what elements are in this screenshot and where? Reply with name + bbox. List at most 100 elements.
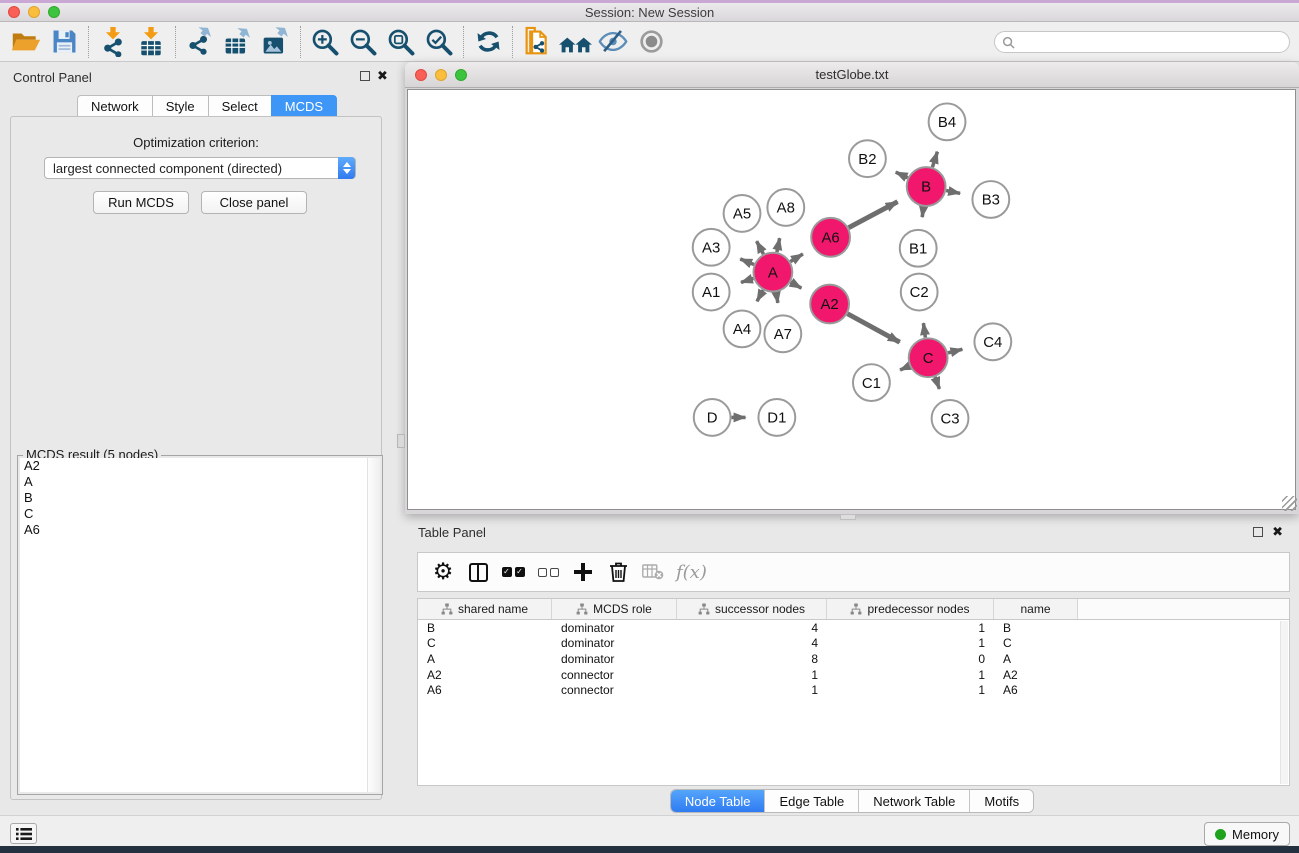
tab-edge-table[interactable]: Edge Table — [765, 790, 859, 812]
column-header-mcds-role[interactable]: MCDS role — [552, 599, 677, 619]
table-row[interactable]: A6connector11A6 — [418, 682, 1289, 698]
network-edge-A-A1[interactable] — [741, 278, 753, 282]
cell-predecessor-nodes[interactable]: 1 — [827, 636, 994, 650]
open-session-icon[interactable] — [7, 24, 45, 60]
column-header-predecessor-nodes[interactable]: predecessor nodes — [827, 599, 994, 619]
task-history-button[interactable] — [10, 823, 37, 844]
network-edge-B-B2[interactable] — [896, 172, 908, 178]
cell-successor-nodes[interactable]: 1 — [677, 683, 827, 697]
network-edge-C-C3[interactable] — [935, 377, 939, 389]
vertical-splitter-handle[interactable] — [397, 434, 405, 448]
mcds-result-item[interactable]: B — [20, 490, 380, 506]
network-edge-A-A8[interactable] — [777, 238, 780, 252]
show-columns-icon[interactable] — [466, 559, 490, 585]
minimize-window-button[interactable] — [28, 6, 40, 18]
clone-network-icon[interactable] — [518, 24, 556, 60]
add-row-icon[interactable] — [571, 559, 595, 585]
cell-mcds-role[interactable]: connector — [552, 683, 677, 697]
table-row[interactable]: Cdominator41C — [418, 636, 1289, 652]
import-table-icon[interactable] — [132, 24, 170, 60]
close-panel-icon[interactable]: ✖ — [377, 68, 388, 83]
refresh-icon[interactable] — [469, 24, 507, 60]
network-edge-B-B1[interactable] — [922, 207, 923, 217]
tab-network[interactable]: Network — [77, 95, 152, 117]
mcds-result-item[interactable]: C — [20, 506, 380, 522]
network-edge-A-A6[interactable] — [790, 254, 803, 262]
zoom-window-button[interactable] — [48, 6, 60, 18]
network-edge-C-C1[interactable] — [900, 366, 909, 370]
cell-successor-nodes[interactable]: 8 — [677, 652, 827, 666]
hide-selected-icon[interactable] — [594, 24, 632, 60]
cell-successor-nodes[interactable]: 4 — [677, 621, 827, 635]
column-header-shared-name[interactable]: shared name — [418, 599, 552, 619]
run-mcds-button[interactable]: Run MCDS — [93, 191, 189, 214]
criterion-select[interactable]: largest connected component (directed) — [44, 157, 356, 179]
zoom-selected-icon[interactable] — [420, 24, 458, 60]
zoom-in-icon[interactable] — [306, 24, 344, 60]
network-edge-A-A2[interactable] — [791, 282, 802, 288]
cell-name[interactable]: A6 — [994, 683, 1078, 697]
network-window-titlebar[interactable]: testGlobe.txt — [405, 62, 1299, 88]
zoom-out-icon[interactable] — [344, 24, 382, 60]
tab-select[interactable]: Select — [208, 95, 271, 117]
cell-mcds-role[interactable]: dominator — [552, 636, 677, 650]
table-row[interactable]: A2connector11A2 — [418, 667, 1289, 683]
table-row[interactable]: Bdominator41B — [418, 620, 1289, 636]
search-input[interactable] — [1015, 33, 1289, 51]
export-network-icon[interactable] — [181, 24, 219, 60]
cell-predecessor-nodes[interactable]: 1 — [827, 668, 994, 682]
float-panel-icon[interactable] — [360, 71, 370, 81]
table-options-icon[interactable]: ⚙ — [431, 559, 455, 585]
cell-name[interactable]: A2 — [994, 668, 1078, 682]
mcds-result-item[interactable]: A2 — [20, 458, 380, 474]
cell-mcds-role[interactable]: connector — [552, 668, 677, 682]
cell-shared-name[interactable]: A — [418, 652, 552, 666]
close-panel-button[interactable]: Close panel — [201, 191, 307, 214]
home-icon[interactable] — [556, 24, 594, 60]
close-table-panel-icon[interactable]: ✖ — [1272, 524, 1283, 539]
cell-predecessor-nodes[interactable]: 0 — [827, 652, 994, 666]
tab-style[interactable]: Style — [152, 95, 208, 117]
tab-node-table[interactable]: Node Table — [671, 790, 766, 812]
cell-predecessor-nodes[interactable]: 1 — [827, 683, 994, 697]
cell-name[interactable]: A — [994, 652, 1078, 666]
cell-successor-nodes[interactable]: 4 — [677, 636, 827, 650]
cell-shared-name[interactable]: A2 — [418, 668, 552, 682]
select-all-icon[interactable]: ✓✓ — [501, 559, 525, 585]
delete-row-icon[interactable] — [606, 559, 630, 585]
cell-successor-nodes[interactable]: 1 — [677, 668, 827, 682]
export-table-icon[interactable] — [219, 24, 257, 60]
network-edge-A2-C[interactable] — [848, 314, 900, 342]
network-edge-A6-B[interactable] — [849, 202, 898, 228]
minimize-network-window-button[interactable] — [435, 69, 447, 81]
network-edge-B-B3[interactable] — [946, 191, 960, 194]
save-session-icon[interactable] — [45, 24, 83, 60]
window-resize-grip[interactable] — [1282, 496, 1297, 511]
show-all-icon[interactable] — [632, 24, 670, 60]
cell-predecessor-nodes[interactable]: 1 — [827, 621, 994, 635]
cell-shared-name[interactable]: C — [418, 636, 552, 650]
network-edge-B-B4[interactable] — [932, 152, 937, 167]
float-table-panel-icon[interactable] — [1253, 527, 1263, 537]
memory-button[interactable]: Memory — [1204, 822, 1290, 846]
cell-mcds-role[interactable]: dominator — [552, 652, 677, 666]
column-header-name[interactable]: name — [994, 599, 1078, 619]
table-scrollbar[interactable] — [1280, 621, 1288, 784]
network-edge-A-A7[interactable] — [776, 292, 778, 303]
column-header-successor-nodes[interactable]: successor nodes — [677, 599, 827, 619]
zoom-network-window-button[interactable] — [455, 69, 467, 81]
list-scrollbar[interactable] — [367, 458, 380, 792]
mcds-result-item[interactable]: A6 — [20, 522, 380, 538]
cell-shared-name[interactable]: B — [418, 621, 552, 635]
unselect-all-icon[interactable] — [536, 559, 560, 585]
table-row[interactable]: Adominator80A — [418, 651, 1289, 667]
tab-motifs[interactable]: Motifs — [970, 790, 1033, 812]
network-edge-A-A3[interactable] — [740, 259, 754, 265]
network-edge-C-C2[interactable] — [923, 323, 925, 337]
cell-name[interactable]: C — [994, 636, 1078, 650]
close-window-button[interactable] — [8, 6, 20, 18]
cell-mcds-role[interactable]: dominator — [552, 621, 677, 635]
zoom-fit-icon[interactable] — [382, 24, 420, 60]
import-network-icon[interactable] — [94, 24, 132, 60]
network-canvas[interactable]: B4B2BB3A8A5A6A3B1AA1C2A2A4A7C4CC1C3DD1 — [407, 89, 1296, 510]
